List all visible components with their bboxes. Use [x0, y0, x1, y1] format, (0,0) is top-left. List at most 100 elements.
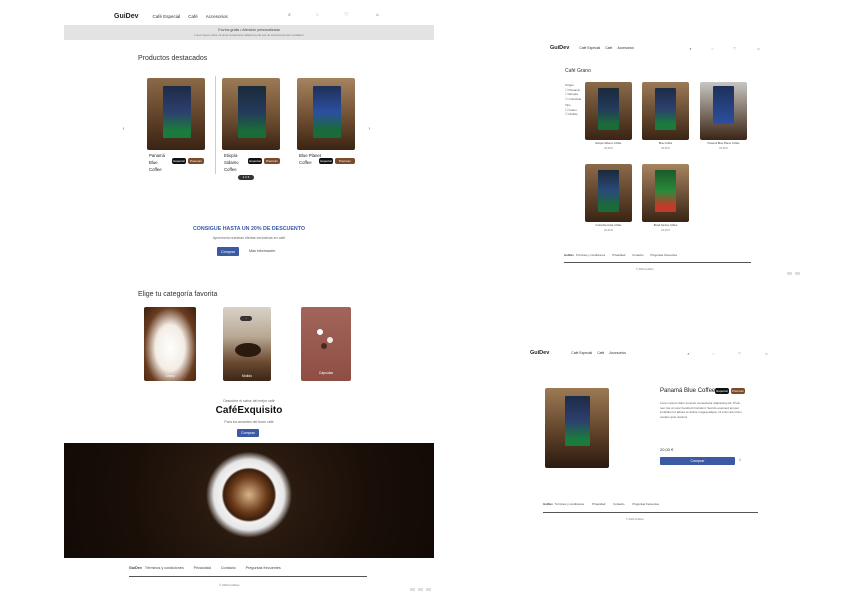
nav-link-cafe[interactable]: Café [188, 14, 198, 19]
footer-link-contact[interactable]: Contacto [221, 566, 236, 570]
footer-link-privacy[interactable]: Privacidad [612, 253, 625, 257]
cart-icon[interactable]: ⌂ [756, 46, 761, 51]
footer-link-terms[interactable]: Términos y condiciones [576, 253, 605, 257]
footer-link-faq[interactable]: Preguntas frecuentes [246, 566, 281, 570]
footer-link-terms[interactable]: Términos y condiciones [145, 566, 184, 570]
user-icon[interactable]: ◌ [315, 13, 320, 18]
banner-line-1: Envíos gratis • Atención personalizada [218, 28, 280, 32]
product-image[interactable] [585, 164, 632, 222]
nav-link-accesorios[interactable]: Accesorios [617, 46, 634, 50]
footer-link-faq[interactable]: Preguntas frecuentes [650, 253, 677, 257]
product-name[interactable]: Panamá Blue Coffee [149, 152, 171, 173]
footer-link-contact[interactable]: Contacto [632, 253, 643, 257]
feedback-icon[interactable] [795, 272, 800, 275]
logo[interactable]: GuiDev [114, 13, 139, 20]
portafilter-image [235, 343, 261, 357]
badge-premium: Premium [188, 158, 204, 164]
search-icon[interactable]: ⌕ [686, 351, 691, 356]
badge-especial: Especial [172, 158, 186, 164]
product-name[interactable]: Etiopía Sidamo Coffee [224, 152, 246, 173]
product-name[interactable]: Blue Coffee [642, 142, 689, 145]
user-icon[interactable]: ◌ [711, 351, 716, 356]
product-image[interactable] [700, 82, 747, 140]
product-image[interactable] [642, 82, 689, 140]
product-name[interactable]: Colombia Huila Coffee [585, 224, 632, 227]
badge-especial: Especial [319, 158, 333, 164]
category-card-capsulas[interactable]: Cápsulas [301, 307, 351, 381]
footer-links: GuiDev Términos y condiciones Privacidad… [129, 566, 281, 570]
promo-info-link[interactable]: Más información [249, 249, 275, 253]
add-to-cart-button[interactable]: Comprar [660, 457, 735, 465]
footer-copyright: © 2024 GuiDev [626, 518, 644, 521]
cart-icon[interactable]: ⌂ [375, 13, 380, 18]
footer-brand[interactable]: GuiDev [564, 253, 574, 257]
home-page: GuiDev Café Especial Café Accesorios ⌕ ◌… [64, 0, 434, 595]
footer-link-contact[interactable]: Contacto [613, 502, 624, 506]
carousel-pager[interactable]: 1 2 3 [238, 175, 254, 180]
image-tag: ··· [240, 316, 252, 321]
product-name[interactable]: Brasil Santos Coffee [642, 224, 689, 227]
product-image[interactable] [297, 78, 355, 150]
search-icon[interactable]: ⌕ [287, 13, 292, 18]
footer-brand[interactable]: GuiDev [129, 566, 142, 570]
badge-premium: Premium [264, 158, 280, 164]
nav-link-cafe[interactable]: Café [605, 46, 612, 50]
nav-link-cafe[interactable]: Café [597, 351, 604, 355]
footer-link-faq[interactable]: Preguntas frecuentes [632, 502, 659, 506]
product-image[interactable] [222, 78, 280, 150]
badge-especial: Especial [715, 388, 729, 394]
coffee-bag-image [238, 86, 266, 138]
footer-links: GuiDev Términos y condiciones Privacidad… [543, 502, 659, 506]
product-name[interactable]: Blue Planet Coffee [299, 152, 321, 166]
feedback-icon[interactable] [787, 272, 792, 275]
footer-link-privacy[interactable]: Privacidad [194, 566, 211, 570]
feedback-icon[interactable] [426, 588, 431, 591]
product-image[interactable] [585, 82, 632, 140]
cart-icon[interactable]: ⌂ [764, 351, 769, 356]
chevron-left-icon[interactable]: ‹ [121, 127, 126, 132]
product-price: 20,00 € [660, 447, 674, 452]
product-title: Panamá Blue Coffee [660, 388, 716, 394]
product-price: 20,00 € [604, 147, 613, 150]
promo-buy-button[interactable]: Comprar [217, 247, 239, 256]
home-nav: GuiDev Café Especial Café Accesorios [114, 11, 434, 21]
product-image[interactable] [147, 78, 205, 150]
coffee-bag-image [313, 86, 341, 138]
feedback-icon[interactable] [410, 588, 415, 591]
heart-icon[interactable]: ♡ [344, 13, 349, 18]
logo[interactable]: GuiDev [550, 45, 569, 51]
heart-icon[interactable]: ♡ [732, 46, 737, 51]
footer-link-terms[interactable]: Términos y condiciones [555, 502, 584, 506]
category-label: Grano [165, 374, 175, 378]
banner-line-2: Lorem ipsum dolor sit amet consectetur a… [194, 33, 304, 37]
user-icon[interactable]: ◌ [710, 46, 715, 51]
nav-link-especial[interactable]: Café Especial [153, 14, 181, 19]
logo[interactable]: GuiDev [530, 350, 549, 356]
footer-brand[interactable]: GuiDev [543, 502, 553, 506]
quantity-field[interactable]: 1 [739, 458, 741, 462]
filter-option[interactable]: ☐ Colombia [565, 97, 581, 102]
category-card-grano[interactable]: Grano [144, 307, 196, 381]
nav-link-especial[interactable]: Café Especial [571, 351, 592, 355]
feedback-icon[interactable] [418, 588, 423, 591]
badge-premium: Premium [335, 158, 355, 164]
nav-link-especial[interactable]: Café Especial [579, 46, 600, 50]
product-image[interactable] [642, 164, 689, 222]
heart-icon[interactable]: ♡ [737, 351, 742, 356]
nav-link-accesorios[interactable]: Accesorios [206, 14, 228, 19]
category-card-molido[interactable]: ··· Molido [223, 307, 271, 381]
footer-divider [543, 512, 758, 513]
hero-coffee-image [64, 443, 434, 558]
hero-buy-button[interactable]: Comprar [237, 429, 259, 437]
search-icon[interactable]: ⌕ [688, 46, 693, 51]
product-name[interactable]: Etiopía Sidamo Coffee [585, 142, 632, 145]
capsule-image [327, 337, 333, 343]
footer-link-privacy[interactable]: Privacidad [592, 502, 605, 506]
filter-option[interactable]: ☐ Molido [565, 112, 581, 117]
nav-link-accesorios[interactable]: Accesorios [609, 351, 626, 355]
category-label: Cápsulas [318, 371, 334, 375]
coffee-bag-image [655, 170, 676, 212]
badge-premium: Premium [731, 388, 745, 394]
product-name[interactable]: Panamá Blue Planet Coffee [700, 142, 747, 145]
chevron-right-icon[interactable]: › [367, 127, 372, 132]
